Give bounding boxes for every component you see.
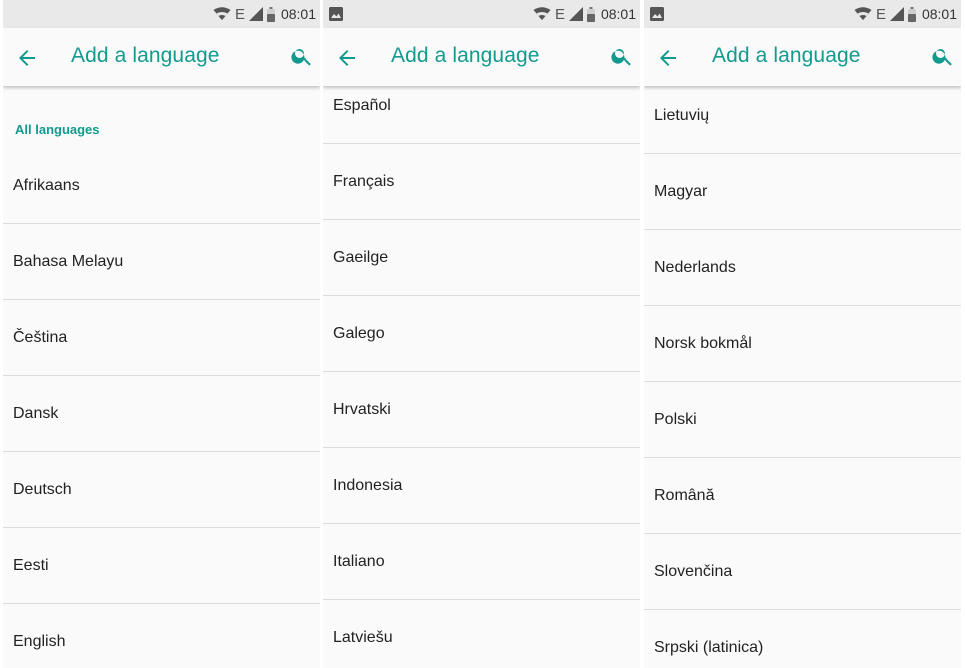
app-bar: Add a language	[644, 28, 961, 86]
status-bar: E 08:01	[323, 0, 640, 28]
language-item-english[interactable]: English	[3, 604, 320, 668]
language-item-romana[interactable]: Română	[644, 458, 961, 534]
wifi-icon	[533, 7, 551, 20]
status-icons: E 08:01	[213, 6, 316, 23]
image-notification-icon	[329, 7, 343, 21]
app-bar: Add a language	[3, 28, 320, 86]
language-item-galego[interactable]: Galego	[323, 296, 640, 372]
status-time: 08:01	[600, 6, 636, 22]
wifi-icon	[854, 7, 872, 20]
screen-2: E 08:01 Add a language Español Français …	[323, 0, 640, 668]
status-icons: E 08:01	[854, 6, 957, 23]
signal-icon	[568, 7, 583, 21]
screens-container: E 08:01 Add a language All languages Afr…	[0, 0, 965, 668]
status-bar: E 08:01	[644, 0, 961, 28]
language-item-eesti[interactable]: Eesti	[3, 528, 320, 604]
language-label: Română	[654, 486, 715, 504]
language-label: Srpski (latinica)	[654, 639, 764, 656]
language-label: Afrikaans	[13, 176, 80, 194]
page-title: Add a language	[71, 44, 220, 67]
back-arrow-icon[interactable]	[15, 46, 39, 70]
language-label: Slovenčina	[654, 562, 733, 580]
language-item-francais[interactable]: Français	[323, 144, 640, 220]
search-icon[interactable]	[931, 44, 955, 68]
app-bar: Add a language	[323, 28, 640, 86]
language-label: Dansk	[13, 404, 59, 422]
language-item-latviesu[interactable]: Latviešu	[323, 600, 640, 668]
language-list: Lietuvių Magyar Nederlands Norsk bokmål …	[644, 86, 961, 668]
language-list: All languages Afrikaans Bahasa Melayu Če…	[3, 86, 320, 668]
status-time: 08:01	[921, 6, 957, 22]
language-item-magyar[interactable]: Magyar	[644, 154, 961, 230]
section-header-all-languages: All languages	[15, 122, 100, 137]
language-item-nederlands[interactable]: Nederlands	[644, 230, 961, 306]
language-label: Deutsch	[13, 480, 72, 498]
language-item-lietuviu[interactable]: Lietuvių	[644, 78, 961, 154]
back-arrow-icon[interactable]	[656, 46, 680, 70]
language-item-slovencina[interactable]: Slovenčina	[644, 534, 961, 610]
page-title: Add a language	[391, 44, 540, 67]
battery-icon	[586, 6, 595, 22]
search-icon[interactable]	[290, 44, 314, 68]
network-type: E	[234, 5, 245, 23]
language-item-polski[interactable]: Polski	[644, 382, 961, 458]
language-label: Lietuvių	[654, 106, 710, 124]
screen-3: E 08:01 Add a language Lietuvių Magyar N…	[644, 0, 961, 668]
language-item-deutsch[interactable]: Deutsch	[3, 452, 320, 528]
language-item-indonesia[interactable]: Indonesia	[323, 448, 640, 524]
language-item-dansk[interactable]: Dansk	[3, 376, 320, 452]
language-item-bahasa-melayu[interactable]: Bahasa Melayu	[3, 224, 320, 300]
language-label: Eesti	[13, 556, 49, 574]
network-type: E	[554, 5, 565, 23]
language-item-gaeilge[interactable]: Gaeilge	[323, 220, 640, 296]
language-list: Español Français Gaeilge Galego Hrvatski…	[323, 86, 640, 668]
language-label: Latviešu	[333, 629, 393, 646]
language-label: Indonesia	[333, 476, 403, 494]
search-icon[interactable]	[610, 44, 634, 68]
language-item-cestina[interactable]: Čeština	[3, 300, 320, 376]
back-arrow-icon[interactable]	[335, 46, 359, 70]
language-item-srpski-latinica[interactable]: Srpski (latinica)	[644, 610, 961, 668]
language-label: Magyar	[654, 182, 708, 200]
language-label: Italiano	[333, 552, 385, 570]
language-label: Hrvatski	[333, 400, 391, 418]
battery-icon	[907, 6, 916, 22]
screen-1: E 08:01 Add a language All languages Afr…	[3, 0, 320, 668]
signal-icon	[248, 7, 263, 21]
image-notification-icon	[650, 7, 664, 21]
language-label: Bahasa Melayu	[13, 252, 124, 270]
network-type: E	[875, 5, 886, 23]
language-label: Galego	[333, 324, 385, 342]
wifi-icon	[213, 7, 231, 20]
language-item-norsk-bokmal[interactable]: Norsk bokmål	[644, 306, 961, 382]
status-time: 08:01	[280, 6, 316, 22]
language-item-italiano[interactable]: Italiano	[323, 524, 640, 600]
language-label: Čeština	[13, 328, 68, 346]
status-bar: E 08:01	[3, 0, 320, 28]
language-label: Gaeilge	[333, 248, 389, 266]
language-item-hrvatski[interactable]: Hrvatski	[323, 372, 640, 448]
status-icons: E 08:01	[533, 6, 636, 23]
language-label: Nederlands	[654, 258, 736, 276]
language-label: Polski	[654, 410, 697, 428]
page-title: Add a language	[712, 44, 861, 67]
language-item-afrikaans[interactable]: Afrikaans	[3, 148, 320, 224]
language-label: Español	[333, 96, 391, 114]
language-label: Norsk bokmål	[654, 334, 752, 352]
signal-icon	[889, 7, 904, 21]
language-label: English	[13, 633, 66, 650]
language-label: Français	[333, 172, 395, 190]
battery-icon	[266, 6, 275, 22]
